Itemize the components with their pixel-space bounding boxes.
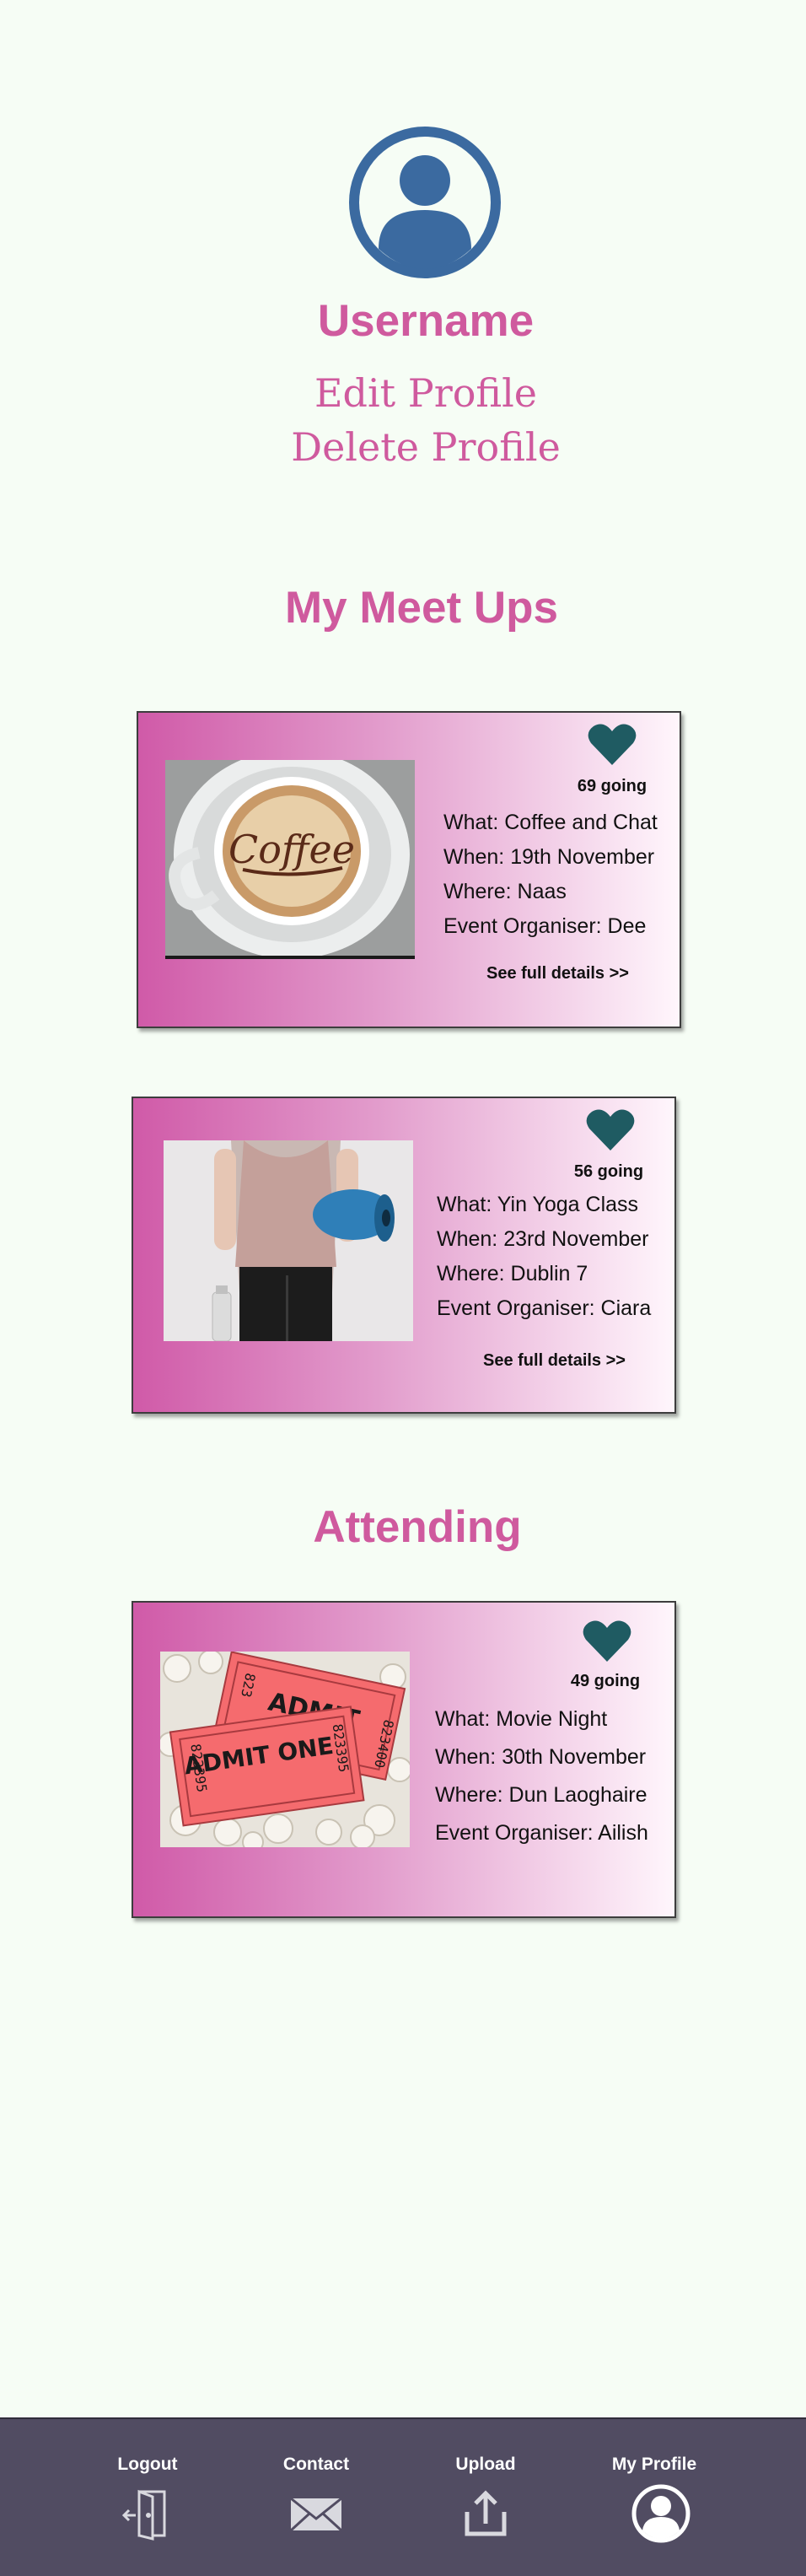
nav-upload[interactable]: Upload	[410, 2419, 562, 2576]
nav-my-profile-label: My Profile	[611, 2455, 697, 2474]
event-where: Where: Naas	[443, 880, 567, 903]
heart-icon[interactable]	[585, 1108, 636, 1152]
event-info: What: Movie Night When: 30th November Wh…	[435, 1700, 648, 1852]
event-where: Where: Dublin 7	[437, 1262, 588, 1285]
going-count: 56 going	[573, 1162, 644, 1181]
door-exit-icon	[121, 2487, 175, 2541]
nav-contact-label: Contact	[282, 2455, 350, 2474]
nav-logout-label: Logout	[117, 2455, 178, 2474]
envelope-icon	[289, 2487, 343, 2541]
event-organiser: Event Organiser: Dee	[443, 914, 647, 938]
yoga-photo	[164, 1140, 413, 1341]
going-count: 49 going	[570, 1672, 641, 1690]
event-info: What: Yin Yoga Class When: 23rd November…	[437, 1188, 651, 1326]
going-count: 69 going	[577, 777, 647, 795]
event-what: What: Yin Yoga Class	[437, 1193, 639, 1216]
nav-contact[interactable]: Contact	[240, 2419, 392, 2576]
profile-avatar-icon	[348, 126, 502, 279]
event-when: When: 30th November	[435, 1745, 647, 1769]
profile-icon	[631, 2483, 691, 2544]
movie-tickets-photo: ADMIT 823400 823 ADMIT ONE 823395 823395	[160, 1652, 410, 1847]
event-organiser: Event Organiser: Ailish	[435, 1821, 648, 1845]
attending-title: Attending	[313, 1502, 522, 1552]
event-when: When: 19th November	[443, 845, 655, 869]
my-meetups-title: My Meet Ups	[285, 583, 558, 633]
edit-profile-link[interactable]: Edit Profile	[0, 370, 806, 416]
meetup-card-yoga[interactable]: 56 going What: Yin Yoga Class When: 23rd…	[132, 1097, 676, 1414]
event-where: Where: Dun Laoghaire	[435, 1783, 647, 1807]
username: Username	[317, 296, 535, 346]
nav-my-profile[interactable]: My Profile	[578, 2419, 730, 2576]
coffee-photo: Coffee	[165, 760, 415, 959]
event-info: What: Coffee and Chat When: 19th Novembe…	[443, 806, 658, 944]
heart-icon[interactable]	[582, 1619, 632, 1663]
attending-card-movie[interactable]: ADMIT 823400 823 ADMIT ONE 823395 823395…	[132, 1601, 676, 1918]
upload-icon	[459, 2487, 513, 2541]
nav-logout[interactable]: Logout	[72, 2419, 223, 2576]
see-full-details-link[interactable]: See full details >>	[486, 964, 629, 984]
event-what: What: Coffee and Chat	[443, 811, 658, 834]
event-what: What: Movie Night	[435, 1707, 608, 1731]
heart-icon[interactable]	[587, 723, 637, 767]
delete-profile-link[interactable]: Delete Profile	[0, 424, 806, 470]
meetup-card-coffee[interactable]: Coffee 69 going What: Coffee and Chat Wh…	[137, 711, 681, 1028]
event-organiser: Event Organiser: Ciara	[437, 1296, 652, 1320]
bottom-navbar: Logout Contact Upload My Profile	[0, 2417, 806, 2576]
svg-text:Coffee: Coffee	[228, 827, 355, 872]
nav-upload-label: Upload	[455, 2455, 516, 2474]
see-full-details-link[interactable]: See full details >>	[483, 1351, 626, 1371]
event-when: When: 23rd November	[437, 1227, 649, 1251]
